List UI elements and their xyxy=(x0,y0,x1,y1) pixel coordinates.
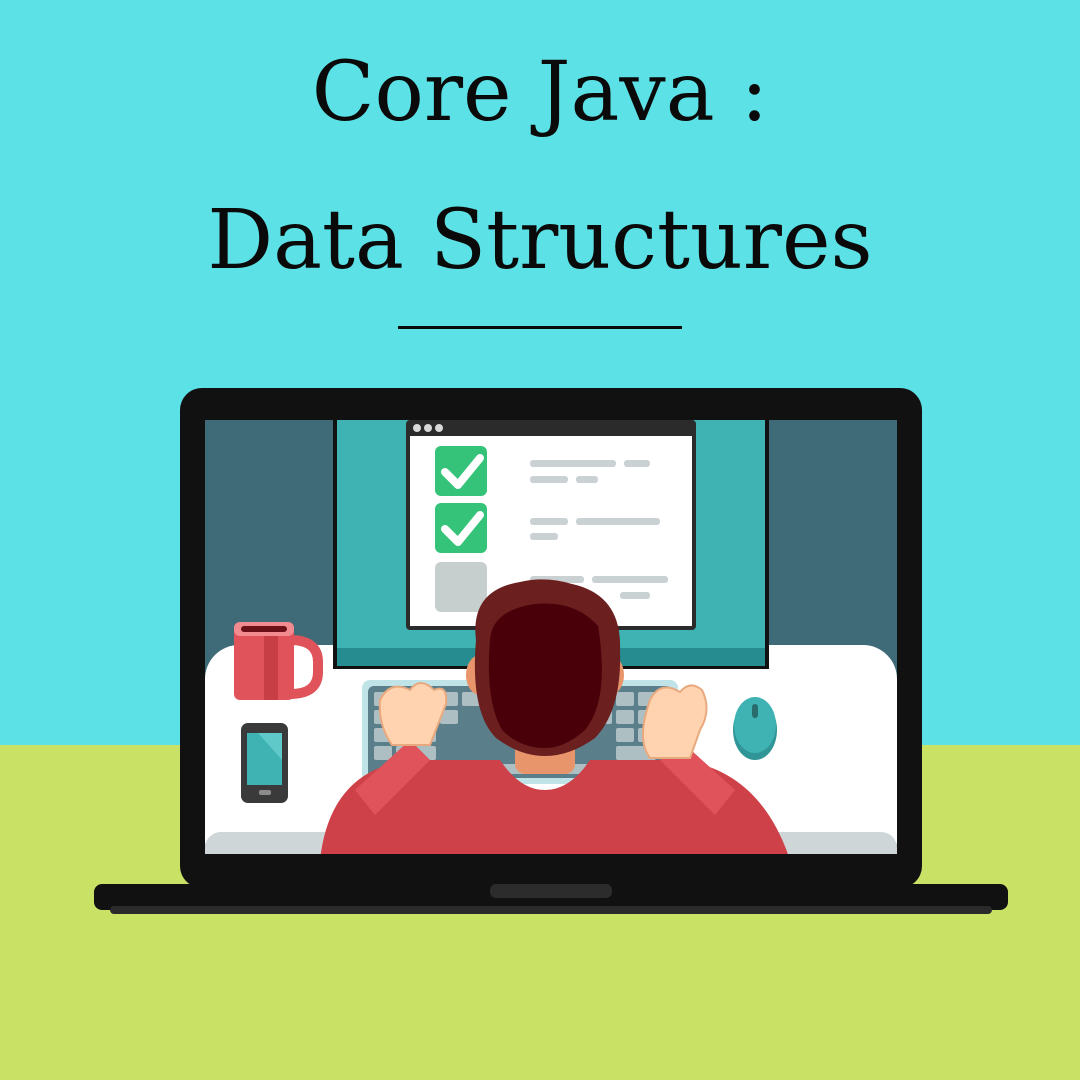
laptop-illustration xyxy=(94,388,1008,914)
laptop-screen xyxy=(205,420,897,854)
computer-mouse-icon xyxy=(733,697,777,760)
checkbox-checked-icon xyxy=(435,446,487,496)
smartphone-icon xyxy=(241,723,288,803)
checkbox-checked-icon xyxy=(435,503,487,553)
checkbox-empty-icon xyxy=(435,562,487,612)
